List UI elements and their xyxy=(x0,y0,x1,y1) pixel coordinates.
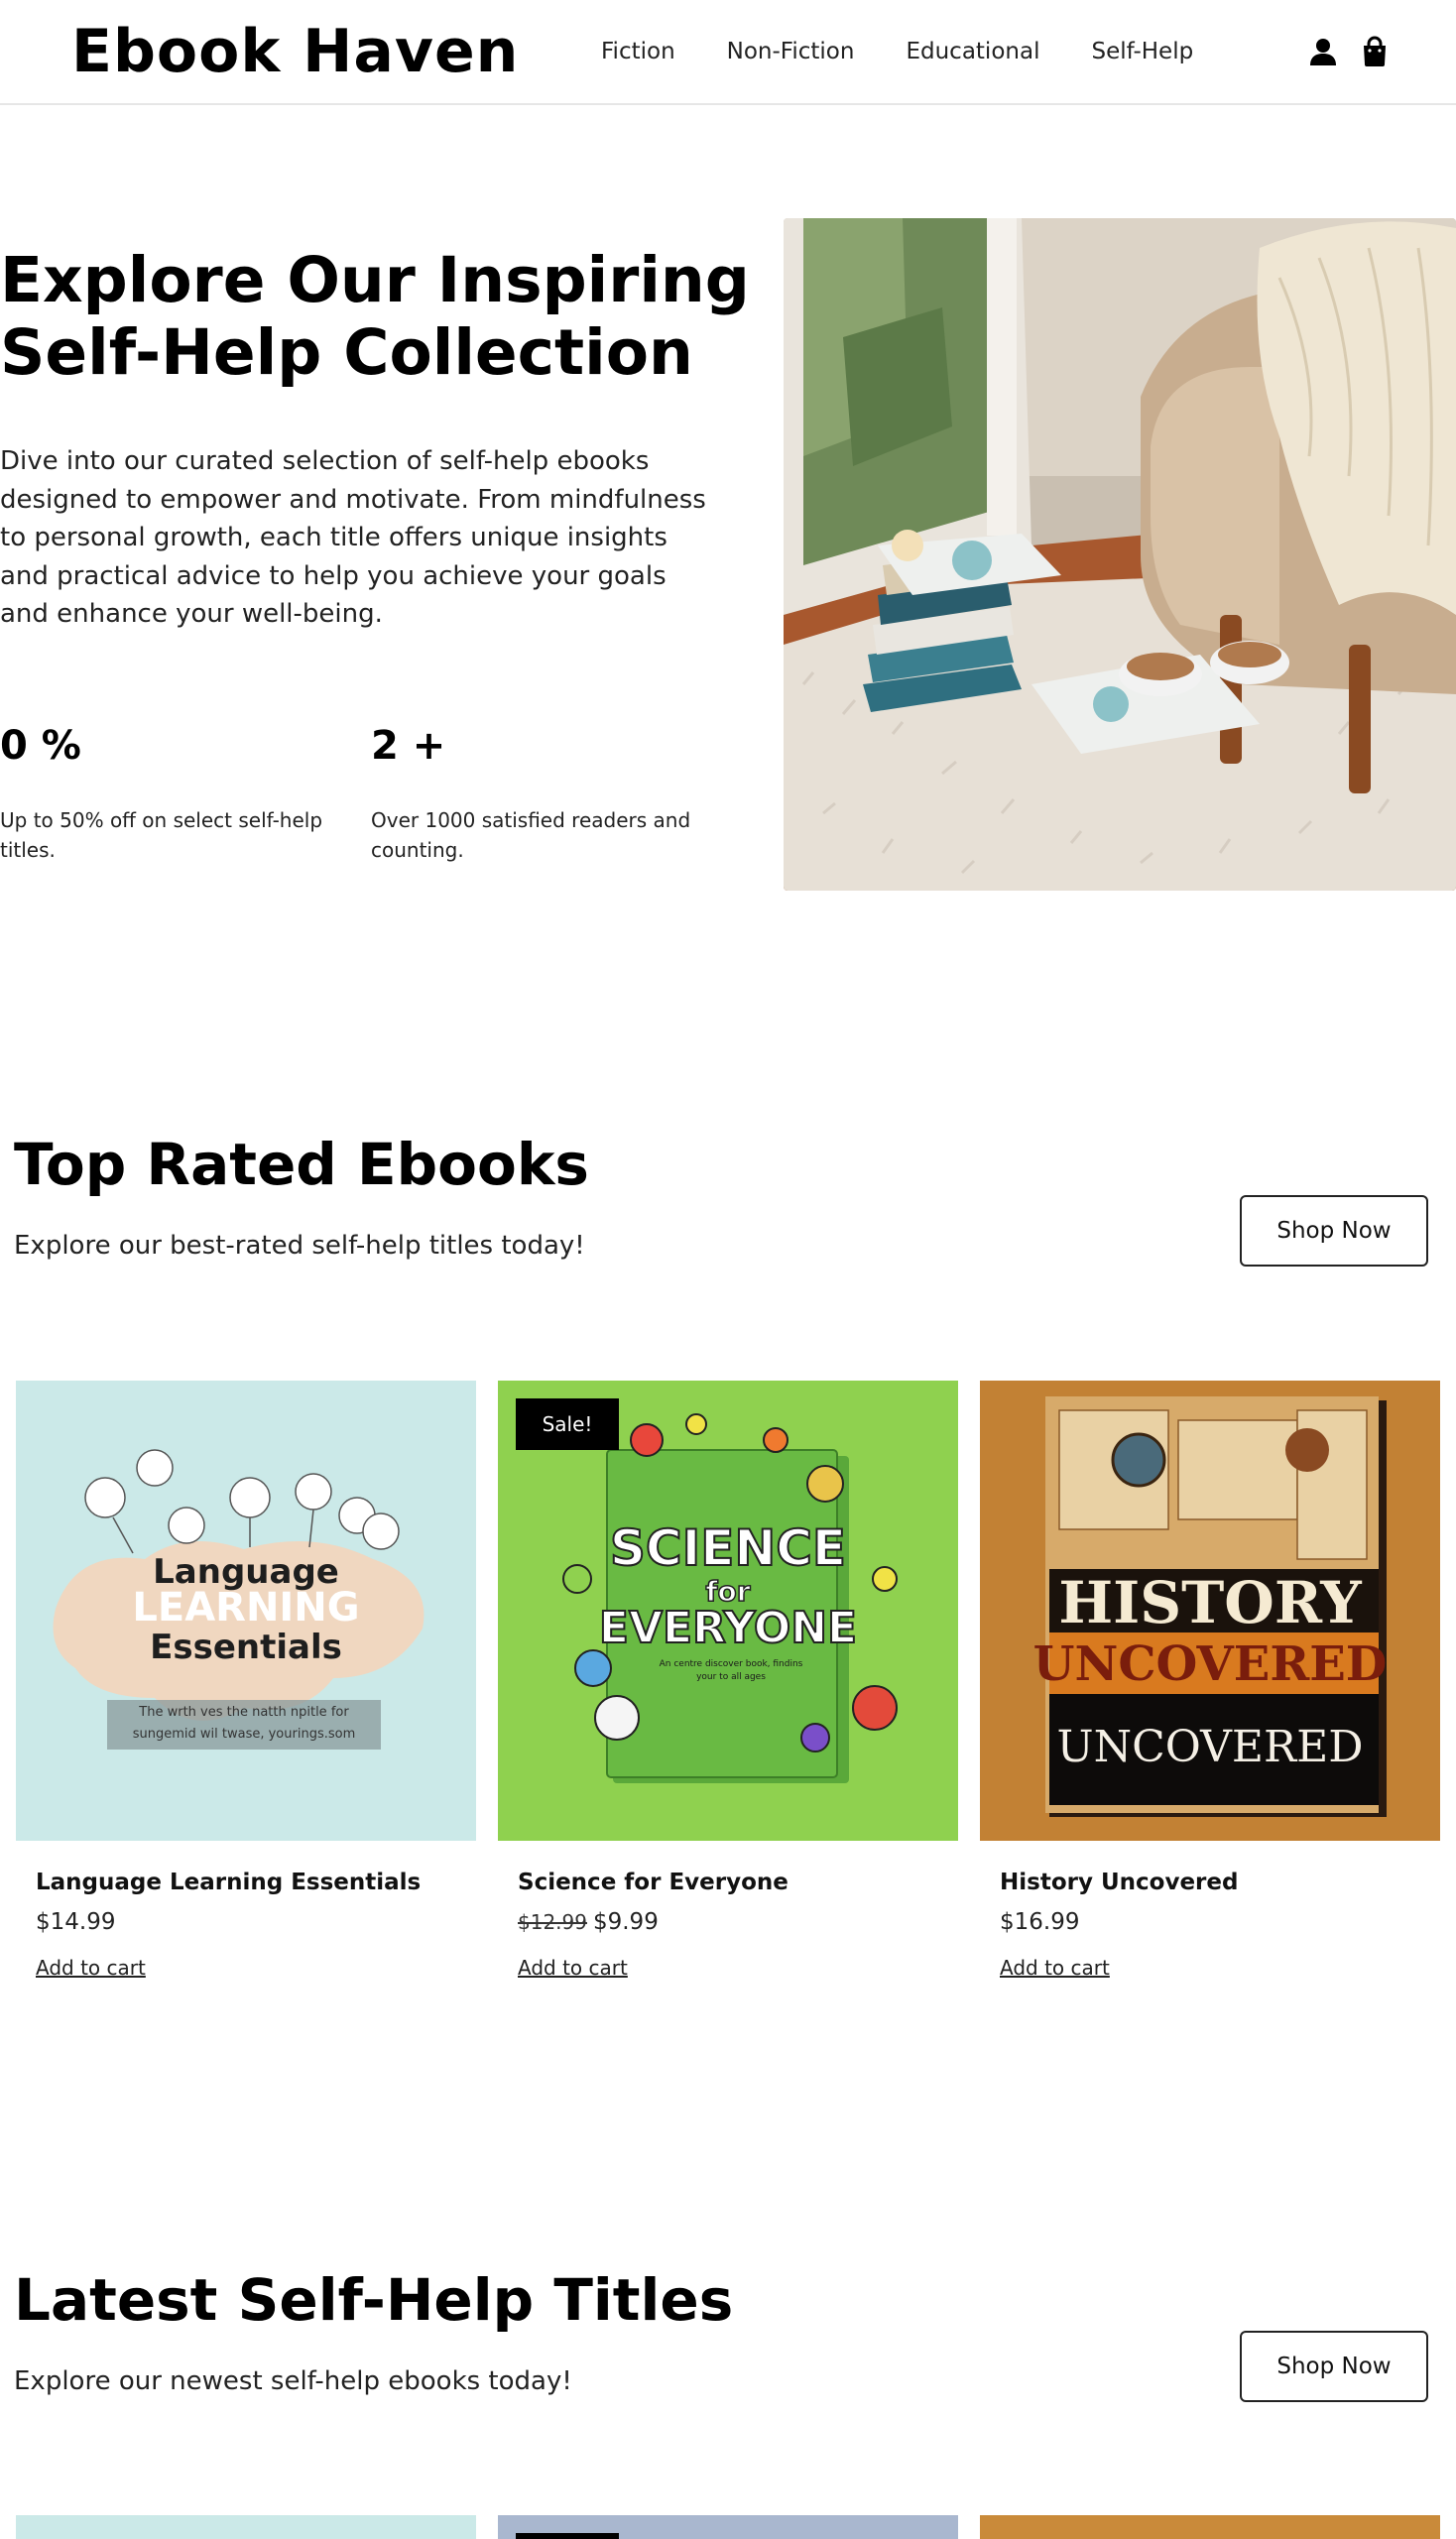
product-image-science-for-everyone[interactable]: SCIENCE for EVERYONE An centre discover … xyxy=(498,1381,958,1841)
hero-description: Dive into our curated selection of self-… xyxy=(0,446,706,629)
cover-title-line-1: SCIENCE xyxy=(610,1519,846,1577)
product-name[interactable]: Language Learning Essentials xyxy=(36,1867,421,1898)
cover-title-line-3: EVERYONE xyxy=(599,1603,857,1653)
stat-value: 0 % xyxy=(0,723,81,769)
stat-label: Up to 50% off on select self-help titles… xyxy=(0,808,323,862)
cover-note: An centre discover book, findins your to… xyxy=(659,1659,803,1682)
product-card: HISTORY UNCOVERED UNCOVERED History Unco… xyxy=(980,1381,1440,1980)
hero-image-reading-nook xyxy=(784,218,1456,891)
stat-label: Over 1000 satisfied readers and counting… xyxy=(371,808,691,862)
site-logo[interactable]: Ebook Haven xyxy=(71,18,519,85)
nav-link-non-fiction[interactable]: Non-Fiction xyxy=(727,36,855,67)
product-name[interactable]: History Uncovered xyxy=(1000,1867,1238,1898)
latest-title: Latest Self-Help Titles xyxy=(14,2266,734,2334)
cover-title-line-3: Essentials xyxy=(150,1628,342,1667)
product-image-language-learning[interactable]: Language LEARNING Essentials The wrth ve… xyxy=(16,1381,476,1841)
stat-discount: 0 % Up to 50% off on select self-help ti… xyxy=(0,718,337,865)
cover-note: The wrth ves the natth npitle for sungem… xyxy=(132,1705,356,1742)
stat-value: 2 + xyxy=(371,723,446,769)
product-current-price: $9.99 xyxy=(592,1909,659,1935)
add-to-cart-link[interactable]: Add to cart xyxy=(1000,1954,1110,1982)
hero-title-line-1: Explore Our Inspiring xyxy=(0,244,750,316)
cover-title-line-2: UNCOVERED xyxy=(1033,1636,1388,1692)
product-price: $16.99 xyxy=(1000,1906,1079,1938)
nav-link-self-help[interactable]: Self-Help xyxy=(1091,36,1193,67)
site-header: Ebook Haven Fiction Non-Fiction Educatio… xyxy=(0,0,1456,105)
top-rated-subtitle: Explore our best-rated self-help titles … xyxy=(14,1231,585,1261)
top-rated-shop-now-button[interactable]: Shop Now xyxy=(1240,1195,1428,1267)
product-price: $14.99 xyxy=(36,1906,115,1938)
product-price: $12.99 $9.99 xyxy=(518,1906,659,1938)
hero-title: Explore Our Inspiring Self-Help Collecti… xyxy=(0,244,754,389)
latest-shop-now-button[interactable]: Shop Now xyxy=(1240,2331,1428,2402)
sale-badge: Sale! xyxy=(516,1398,619,1450)
nav-link-fiction[interactable]: Fiction xyxy=(601,36,675,67)
cover-title-line-1: HISTORY xyxy=(1058,1569,1362,1636)
product-name[interactable]: Science for Everyone xyxy=(518,1867,789,1898)
product-current-price: $16.99 xyxy=(1000,1909,1080,1935)
nav-link-educational[interactable]: Educational xyxy=(906,36,1039,67)
product-image-history-uncovered[interactable]: HISTORY UNCOVERED UNCOVERED xyxy=(980,1381,1440,1841)
add-to-cart-link[interactable]: Add to cart xyxy=(518,1954,628,1982)
add-to-cart-link[interactable]: Add to cart xyxy=(36,1954,146,1982)
cover-title-line-3: UNCOVERED xyxy=(1057,1722,1364,1772)
sale-badge-partial xyxy=(516,2533,619,2539)
cover-title-line-2: LEARNING xyxy=(132,1585,359,1631)
user-icon[interactable] xyxy=(1307,36,1339,67)
shopping-bag-icon[interactable] xyxy=(1359,36,1391,67)
top-rated-title: Top Rated Ebooks xyxy=(14,1131,589,1198)
main-nav: Fiction Non-Fiction Educational Self-Hel… xyxy=(601,36,1245,67)
latest-subtitle: Explore our newest self-help ebooks toda… xyxy=(14,2366,572,2396)
latest-product-image[interactable] xyxy=(498,2515,958,2539)
product-current-price: $14.99 xyxy=(36,1909,116,1935)
stat-readers: 2 + Over 1000 satisfied readers and coun… xyxy=(371,718,708,865)
latest-product-image[interactable] xyxy=(980,2515,1440,2539)
product-card: Language LEARNING Essentials The wrth ve… xyxy=(16,1381,476,1980)
latest-product-image[interactable] xyxy=(16,2515,476,2539)
hero-title-line-2: Self-Help Collection xyxy=(0,316,693,389)
product-card: SCIENCE for EVERYONE An centre discover … xyxy=(498,1381,958,1980)
product-old-price: $12.99 xyxy=(518,1910,587,1934)
